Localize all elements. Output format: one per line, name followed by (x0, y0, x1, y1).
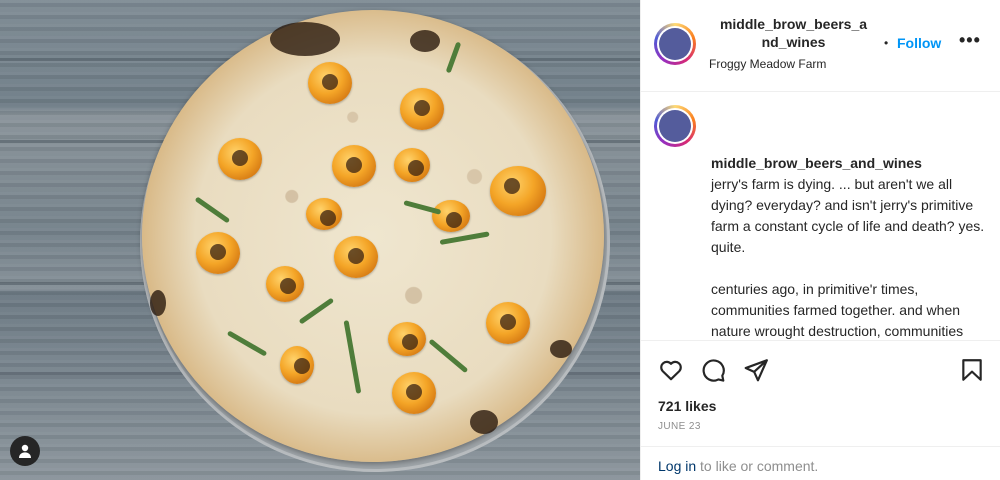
char-spot (470, 410, 498, 434)
login-footer: Log in to like or comment. (641, 446, 1000, 480)
separator-dot: • (884, 36, 889, 50)
tomato (392, 372, 436, 414)
comment-icon[interactable] (700, 357, 726, 383)
tomato (490, 166, 546, 216)
caption-username[interactable]: middle_brow_beers_and_wines (711, 153, 986, 174)
tomato (432, 200, 470, 232)
post-photo[interactable] (0, 0, 640, 480)
post-header: middle_brow_beers_a nd_wines • Follow ••… (641, 0, 1000, 92)
char-spot (410, 30, 440, 52)
login-prompt: Log in to like or comment. (658, 458, 818, 474)
tomato (280, 346, 314, 384)
action-bar (641, 340, 1000, 400)
avatar-image (659, 110, 691, 142)
tomato (486, 302, 530, 344)
login-prompt-text: to like or comment. (696, 458, 819, 474)
heart-icon[interactable] (658, 357, 684, 383)
post-side-panel: middle_brow_beers_a nd_wines • Follow ••… (640, 0, 1000, 480)
caption-avatar[interactable] (654, 105, 696, 147)
avatar-image (659, 28, 691, 60)
header-username[interactable]: middle_brow_beers_a nd_wines (711, 15, 876, 51)
paper-plane-icon[interactable] (743, 357, 769, 383)
profile-avatar[interactable] (654, 23, 696, 65)
tomato (308, 62, 352, 104)
bookmark-icon[interactable] (959, 357, 985, 383)
post-caption: middle_brow_beers_and_wines jerry's farm … (641, 93, 1000, 339)
person-icon (19, 444, 31, 458)
header-username-line2: nd_wines (761, 34, 826, 50)
caption-text: jerry's farm is dying. ... but aren't we… (711, 176, 985, 339)
tomato (400, 88, 444, 130)
tomato (306, 198, 342, 230)
likes-count[interactable]: 721 likes (658, 398, 716, 414)
follow-button[interactable]: Follow (897, 35, 941, 51)
char-spot (270, 22, 340, 56)
caption-body: middle_brow_beers_and_wines jerry's farm … (711, 111, 986, 339)
tomato (266, 266, 304, 302)
tagged-user-icon[interactable] (10, 436, 40, 466)
tomato (218, 138, 262, 180)
header-username-line1: middle_brow_beers_a (719, 16, 868, 32)
location-link[interactable]: Froggy Meadow Farm (709, 57, 826, 71)
tomato (394, 148, 430, 182)
tomato (196, 232, 240, 274)
tomato (332, 145, 376, 187)
tomato (388, 322, 426, 356)
tomato (334, 236, 378, 278)
char-spot (550, 340, 572, 358)
post-date: JUNE 23 (658, 421, 701, 432)
more-options-icon[interactable]: ••• (959, 30, 981, 51)
login-link[interactable]: Log in (658, 458, 696, 474)
char-spot (150, 290, 166, 316)
